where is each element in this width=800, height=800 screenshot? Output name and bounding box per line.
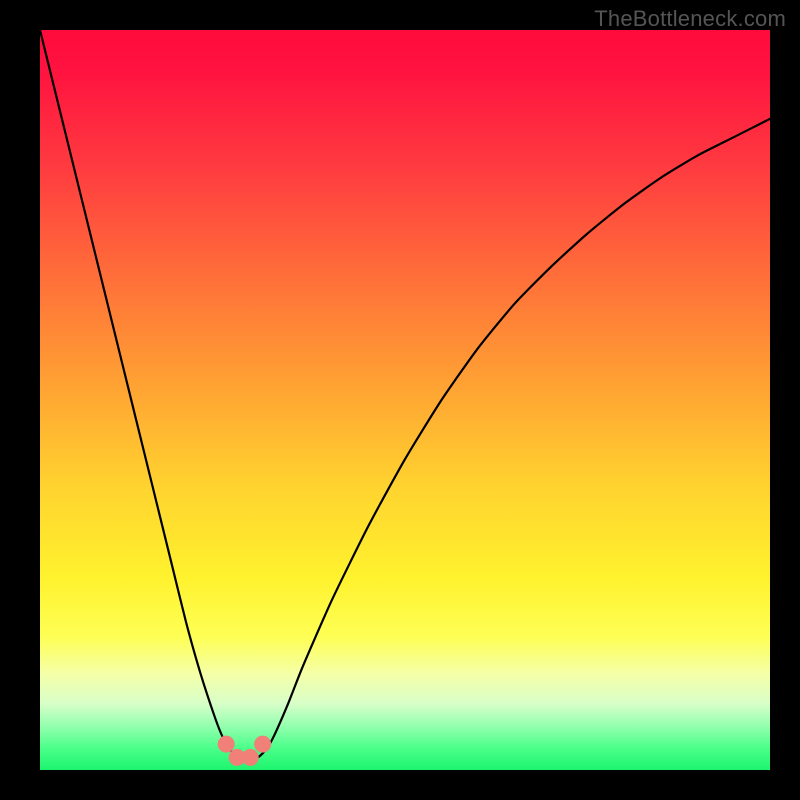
curve-marker (254, 736, 271, 753)
curve-marker (218, 736, 235, 753)
curve-marker (242, 749, 259, 766)
curve-markers (218, 736, 272, 766)
plot-area (40, 30, 770, 770)
chart-svg (40, 30, 770, 770)
watermark: TheBottleneck.com (594, 6, 786, 32)
bottleneck-curve (40, 30, 770, 761)
